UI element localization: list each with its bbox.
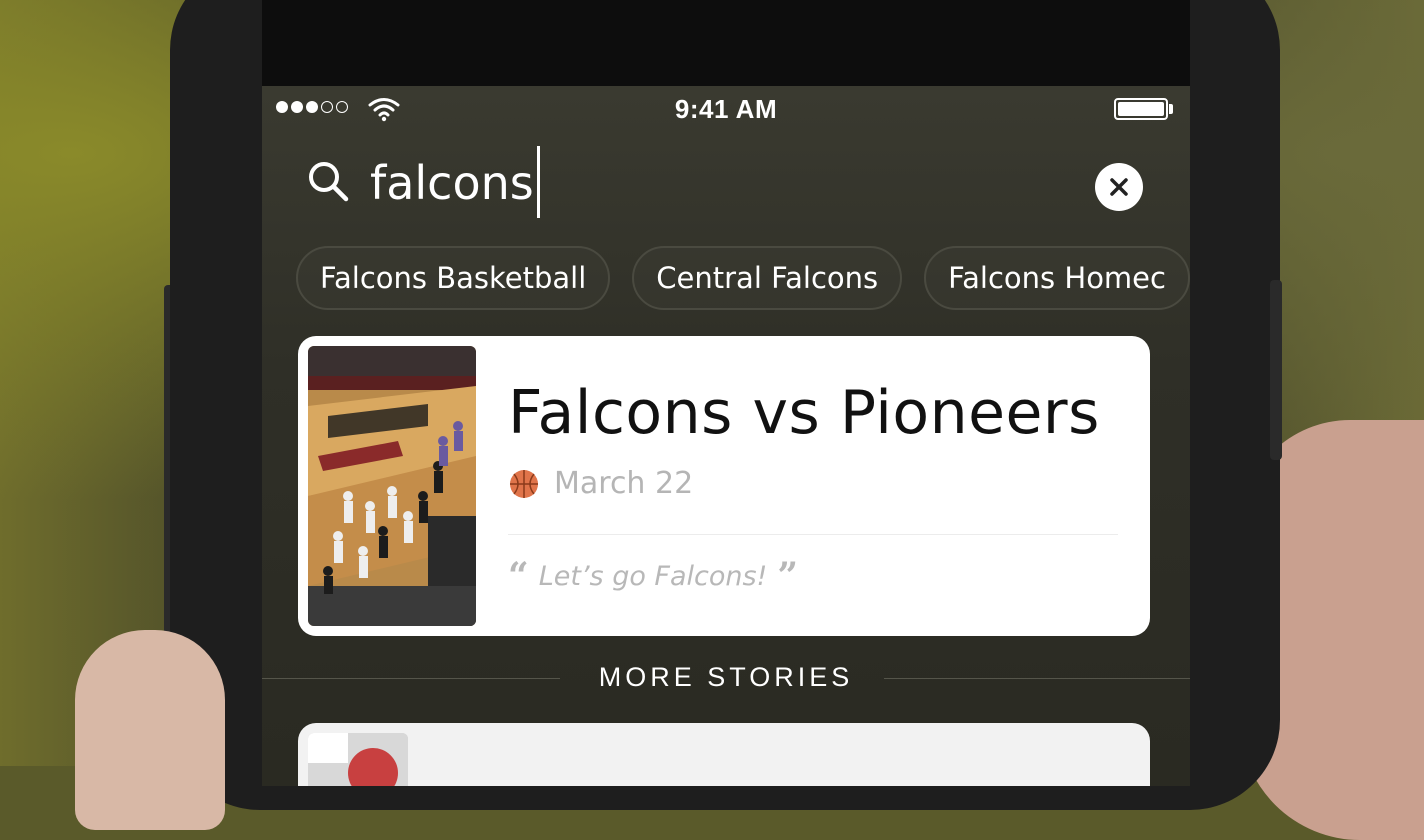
status-time: 9:41 AM bbox=[674, 94, 778, 124]
more-stories-header: MORE STORIES bbox=[262, 658, 1190, 698]
story-card[interactable] bbox=[298, 723, 1150, 786]
story-thumbnail bbox=[308, 346, 476, 626]
phone-screen: 9:41 AM Falcons Basketball Central Falco… bbox=[262, 86, 1190, 786]
battery-icon bbox=[1114, 98, 1168, 120]
story-quote: “ Let’s go Falcons! ” bbox=[508, 558, 798, 594]
suggestion-chip[interactable]: Falcons Homec bbox=[924, 246, 1190, 310]
open-quote-mark: “ bbox=[508, 555, 529, 597]
close-quote-mark: ” bbox=[777, 555, 799, 597]
battery-tip bbox=[1169, 104, 1173, 114]
phone-top-bezel bbox=[262, 0, 1190, 86]
status-bar: 9:41 AM bbox=[262, 86, 1190, 131]
quote-text: Let’s go Falcons! bbox=[538, 560, 768, 592]
basketball-icon bbox=[510, 469, 538, 498]
story-thumbnail bbox=[308, 733, 408, 786]
search-bar bbox=[262, 141, 1190, 231]
suggestion-chips: Falcons Basketball Central Falcons Falco… bbox=[296, 246, 1190, 310]
text-caret bbox=[537, 146, 540, 218]
divider-line bbox=[884, 678, 1190, 679]
close-icon bbox=[1110, 178, 1128, 196]
story-date-row: March 22 bbox=[508, 466, 693, 501]
card-divider bbox=[508, 534, 1118, 535]
hand-left-thumb bbox=[75, 630, 225, 830]
suggestion-chip[interactable]: Central Falcons bbox=[632, 246, 903, 310]
search-input[interactable] bbox=[370, 153, 970, 213]
search-icon bbox=[309, 162, 349, 202]
featured-story-card[interactable]: Falcons vs Pioneers March 22 “ Let’s go … bbox=[298, 336, 1150, 636]
story-date: March 22 bbox=[554, 466, 694, 501]
story-title: Falcons vs Pioneers bbox=[508, 378, 1100, 448]
suggestion-chip[interactable]: Falcons Basketball bbox=[296, 246, 611, 310]
phone-power-button bbox=[1270, 280, 1282, 460]
clear-search-button[interactable] bbox=[1095, 163, 1143, 211]
